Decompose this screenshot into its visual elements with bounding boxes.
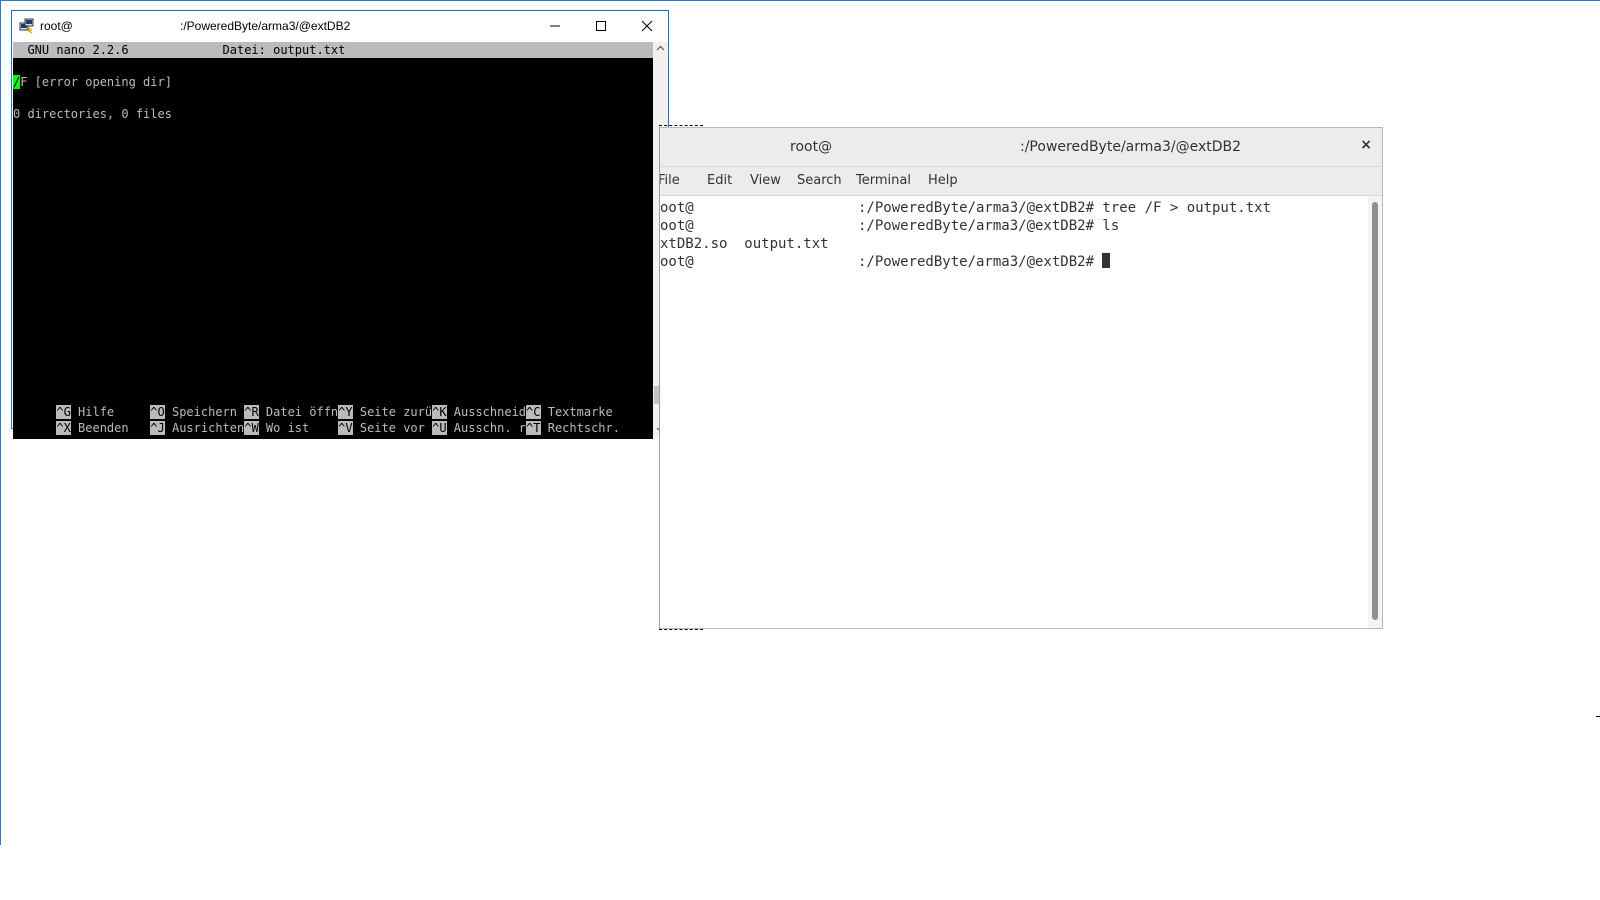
putty-window[interactable]: root@ :/PoweredByte/arma3/@extDB2 GNU na…: [11, 10, 669, 439]
shortcut-label: Ausrichten: [164, 421, 245, 435]
nano-content-line: /F [error opening dir]: [13, 74, 172, 90]
window-resize-guide-bottom: [659, 629, 703, 630]
desktop-edge-top: [0, 0, 1600, 1]
shortcut-key: ^W: [244, 421, 259, 435]
shortcut-key: ^X: [56, 421, 71, 435]
terminal-line: xtDB2.so output.txt: [660, 235, 829, 253]
gnome-terminal-output[interactable]: oot@ :/PoweredByte/arma3/@extDB2# tree /F…: [660, 196, 1368, 628]
menu-edit[interactable]: Edit: [707, 173, 732, 188]
putty-title-user: root@: [40, 19, 73, 33]
maximize-icon: [596, 21, 606, 31]
gnome-terminal-menubar: File Edit View Search Terminal Help: [658, 167, 1382, 196]
shortcut-label: Rechtschr.: [540, 421, 620, 435]
terminal-line: oot@ :/PoweredByte/arma3/@extDB2#: [660, 253, 1111, 271]
close-icon: [641, 20, 653, 32]
gnome-terminal-titlebar[interactable]: root@ :/PoweredByte/arma3/@extDB2 ×: [660, 128, 1382, 167]
window-resize-guide-top: [659, 125, 703, 126]
nano-content-line: 0 directories, 0 files: [13, 107, 172, 121]
prompt-user: oot@: [660, 218, 694, 234]
prompt-command: :/PoweredByte/arma3/@extDB2# ls: [858, 218, 1120, 234]
edge-tick: [1596, 716, 1600, 717]
menu-terminal[interactable]: Terminal: [856, 173, 911, 188]
shortcut-key: ^U: [432, 421, 447, 435]
terminal-line: oot@ :/PoweredByte/arma3/@extDB2# tree /F…: [660, 199, 1271, 217]
text-cursor: [1102, 253, 1111, 268]
desktop-edge-left: [0, 0, 1, 845]
shortcut-key: ^V: [338, 421, 353, 435]
gterm-scrollbar[interactable]: [1368, 196, 1382, 628]
minimize-icon: [550, 25, 560, 27]
shortcut-label: Seite vor: [352, 421, 433, 435]
putty-title-path: :/PoweredByte/arma3/@extDB2: [180, 19, 351, 33]
shortcut-key: ^J: [150, 421, 165, 435]
nano-filename: Datei: output.txt: [222, 43, 346, 57]
terminal-line: oot@ :/PoweredByte/arma3/@extDB2# ls: [660, 217, 1119, 235]
gterm-title-path: :/PoweredByte/arma3/@extDB2: [1020, 139, 1242, 155]
close-icon[interactable]: ×: [1360, 137, 1372, 153]
menu-help[interactable]: Help: [928, 173, 958, 188]
prompt-user: oot@: [660, 200, 694, 216]
maximize-button[interactable]: [578, 11, 624, 41]
gnome-terminal-window[interactable]: root@ :/PoweredByte/arma3/@extDB2 × File…: [658, 127, 1383, 629]
window-border-left: [659, 127, 660, 629]
shortcut-key: ^T: [526, 421, 541, 435]
prompt-command: :/PoweredByte/arma3/@extDB2# tree /F > o…: [858, 200, 1272, 216]
shortcut-label: Wo ist: [258, 421, 339, 435]
close-button[interactable]: [624, 11, 670, 41]
scrollbar-thumb[interactable]: [1372, 202, 1378, 620]
nano-shortcuts-row: ^X Beenden ^J Ausrichten^W Wo ist ^V Sei…: [13, 404, 620, 452]
chevron-up-icon[interactable]: [656, 44, 665, 53]
putty-app-icon[interactable]: [19, 18, 35, 34]
menu-file[interactable]: File: [658, 173, 680, 188]
ls-output: xtDB2.so output.txt: [660, 236, 829, 252]
putty-terminal[interactable]: GNU nano 2.2.6 Datei: output.txt /F [err…: [13, 42, 653, 439]
shortcut-label: Ausschn. r: [446, 421, 527, 435]
menu-view[interactable]: View: [750, 173, 781, 188]
prompt-command-current: :/PoweredByte/arma3/@extDB2#: [858, 253, 1111, 271]
menu-search[interactable]: Search: [797, 173, 842, 188]
shortcut-label: Beenden: [70, 421, 151, 435]
minimize-button[interactable]: [532, 11, 578, 41]
gterm-title-user: root@: [790, 139, 833, 155]
nano-version: GNU nano 2.2.6: [27, 43, 129, 57]
putty-titlebar[interactable]: root@ :/PoweredByte/arma3/@extDB2: [12, 11, 668, 41]
prompt-user: oot@: [660, 254, 694, 270]
nano-content-text: F [error opening dir]: [20, 75, 172, 89]
nano-header: GNU nano 2.2.6 Datei: output.txt: [13, 42, 653, 58]
